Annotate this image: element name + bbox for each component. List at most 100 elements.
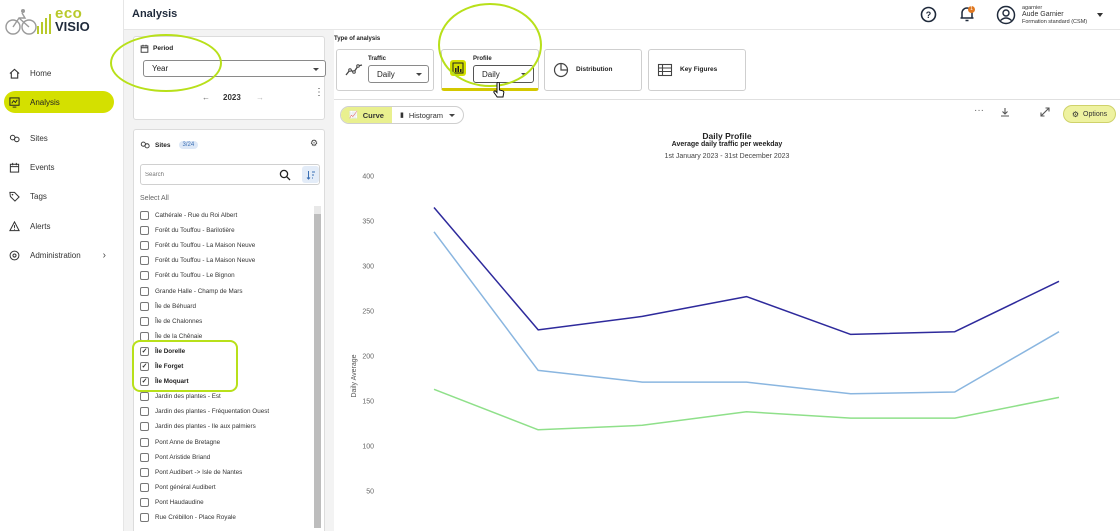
checkbox[interactable] (140, 467, 149, 477)
site-list-scrollbar[interactable] (314, 206, 321, 528)
checkbox[interactable] (140, 452, 149, 462)
site-list-item[interactable]: Pont Aristide Briand (140, 450, 210, 465)
help-icon[interactable]: ? (920, 6, 937, 23)
checkbox[interactable] (140, 286, 149, 296)
site-list-item[interactable]: Pont Haudaudine (140, 495, 204, 510)
distribution-icon (553, 62, 569, 78)
analysis-card-key-figures[interactable]: Key Figures (648, 49, 746, 91)
sort-button[interactable] (302, 166, 319, 183)
checkbox[interactable] (140, 513, 149, 522)
checkbox[interactable] (140, 271, 149, 281)
site-list-scroll-thumb[interactable] (314, 214, 321, 528)
tag-icon (8, 190, 20, 202)
more-options-icon[interactable]: ⋮ (314, 88, 324, 98)
site-name: Jardin des plantes - Fréquentation Ouest (155, 408, 270, 416)
histogram-toggle-button[interactable]: ▮ Histogram (392, 107, 463, 123)
checkbox[interactable] (140, 497, 149, 507)
nav-label: Administration (30, 250, 81, 260)
analysis-card-distribution[interactable]: Distribution (544, 49, 642, 91)
filter-settings-icon[interactable]: ⚙ (310, 138, 318, 149)
nav-item-administration[interactable]: Administration › (4, 244, 114, 266)
avatar-icon (996, 5, 1016, 25)
options-button[interactable]: ⚙ Options (1063, 105, 1116, 123)
sites-icon (8, 132, 20, 144)
home-icon (8, 67, 20, 79)
analysis-type-label: Type of analysis (334, 36, 381, 42)
nav-item-analysis[interactable]: Analysis (4, 91, 114, 113)
download-icon[interactable] (1000, 107, 1010, 120)
site-list-item[interactable]: Forêt du Touffou - La Maison Neuve (140, 253, 255, 268)
site-list-item[interactable]: Grande Halle - Champ de Mars (140, 284, 243, 299)
top-bar: Analysis ? 1 agarnier Aude Garnier Forma… (124, 0, 1120, 30)
user-menu[interactable]: agarnier Aude Garnier Formation standard… (996, 3, 1104, 27)
nav-label: Events (30, 162, 55, 172)
site-search-input[interactable] (145, 169, 275, 181)
traffic-select[interactable]: Daily (368, 65, 429, 83)
histogram-label: Histogram (408, 110, 444, 120)
nav-item-events[interactable]: Events (4, 156, 114, 178)
site-list-item[interactable]: Jardin des plantes - Fréquentation Ouest (140, 404, 269, 419)
options-label: Options (1083, 110, 1108, 118)
series-line-0[interactable] (433, 207, 1060, 336)
analysis-icon (8, 96, 20, 108)
checkbox[interactable] (140, 241, 149, 251)
checkbox[interactable] (140, 211, 149, 220)
search-icon[interactable] (279, 168, 291, 186)
distribution-label: Distribution (576, 66, 613, 73)
filters-panel: Period Year ← 2023 → ⋮ Sites 3/24 ⚙ Sear… (124, 30, 334, 531)
chevron-down-icon (416, 73, 422, 76)
expand-icon[interactable] (1040, 107, 1050, 120)
checkbox[interactable] (140, 482, 149, 492)
curve-toggle-button[interactable]: 📈 Curve (341, 107, 392, 123)
ecovisio-logo[interactable]: eco VISIO (4, 6, 122, 38)
notifications-button[interactable]: 1 (958, 5, 976, 23)
y-tick-label: 250 (362, 309, 374, 316)
checkbox[interactable] (140, 301, 149, 311)
nav-item-tags[interactable]: Tags (4, 185, 114, 207)
checkbox[interactable] (140, 256, 149, 266)
select-all-link[interactable]: Select All (140, 195, 169, 202)
site-name: Rue Crébillon - Place Royale (155, 514, 236, 521)
checkbox[interactable] (140, 422, 149, 432)
nav-item-sites[interactable]: Sites (4, 127, 114, 149)
site-list-item[interactable]: Pont général Audibert (140, 480, 216, 495)
traffic-icon (345, 62, 363, 78)
y-tick-label: 350 (362, 219, 374, 226)
y-tick-label: 200 (362, 354, 374, 361)
nav-item-home[interactable]: Home (4, 62, 114, 84)
site-list-item[interactable]: Pont Anne de Bretagne (140, 435, 220, 450)
highlight-circle (438, 3, 542, 87)
checkbox[interactable] (140, 407, 149, 417)
previous-year-button[interactable]: ← (202, 93, 210, 102)
next-year-button[interactable]: → (256, 93, 264, 102)
site-name: Île de la Chênaie (155, 332, 203, 340)
admin-icon (8, 249, 20, 261)
site-list-item[interactable]: Forêt du Touffou - Le Bignon (140, 268, 235, 283)
site-list-item[interactable]: Rue Crébillon - Place Royale (140, 510, 236, 525)
site-list-item[interactable]: Jardin des plantes - Ile aux palmiers (140, 419, 256, 434)
analysis-card-traffic[interactable]: Traffic Daily (336, 49, 434, 91)
site-name: Forêt du Touffou - Le Bignon (155, 272, 235, 280)
site-list-item[interactable]: Cathérale - Rue du Roi Albert (140, 208, 237, 223)
chart-title: Daily Profile (702, 131, 752, 141)
more-horizontal-icon[interactable]: ··· (974, 105, 984, 116)
traffic-label: Traffic (368, 56, 387, 62)
site-list-item[interactable]: Forêt du Touffou - Barilotière (140, 223, 235, 238)
checkbox[interactable] (140, 226, 149, 236)
site-list-item[interactable]: Île de Chalonnes (140, 314, 202, 329)
site-list-item[interactable]: Forêt du Touffou - La Maison Neuve (140, 238, 255, 253)
nav-item-alerts[interactable]: Alerts (4, 215, 114, 237)
checkbox[interactable] (140, 392, 149, 402)
svg-text:?: ? (926, 10, 932, 20)
checkbox[interactable] (140, 437, 149, 447)
site-list-item[interactable]: Île de Béhuard (140, 299, 196, 314)
sites-label: Sites (155, 141, 171, 149)
checkbox[interactable] (140, 316, 149, 326)
sort-icon (306, 170, 315, 180)
y-tick-label: 50 (366, 489, 374, 496)
site-list-item[interactable]: Pont Audibert -> Isle de Nantes (140, 465, 242, 480)
alert-icon (8, 220, 20, 232)
series-line-2[interactable] (433, 388, 1060, 431)
line-chart: 050100150200250300350400Daily Average (351, 174, 1060, 496)
series-line-1[interactable] (433, 231, 1060, 395)
